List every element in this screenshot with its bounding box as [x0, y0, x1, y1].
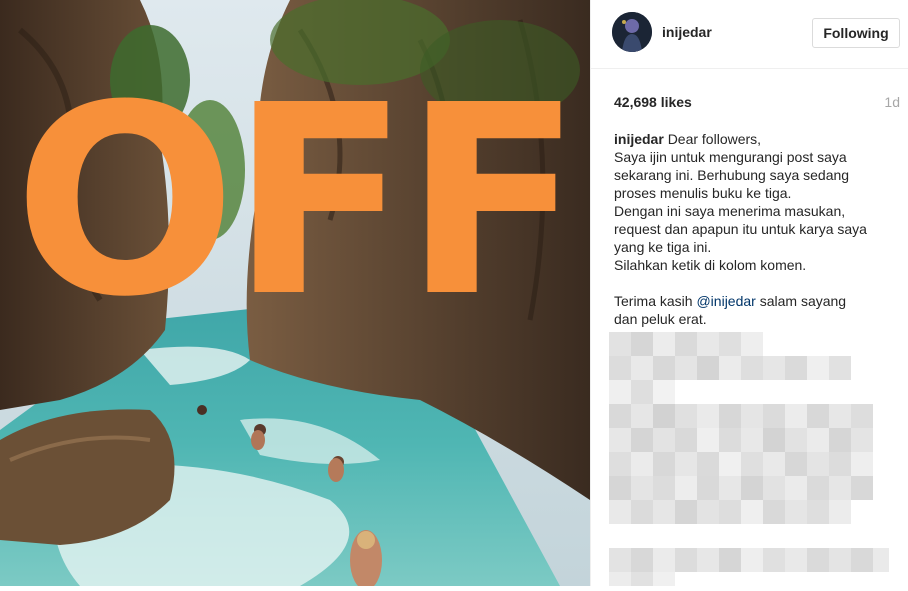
- likes-count[interactable]: 42,698 likes: [614, 94, 692, 110]
- caption-closing-prefix: Terima kasih: [614, 293, 697, 309]
- caption-text: Dengan ini saya menerima masukan,: [614, 203, 846, 219]
- caption-closing-suffix: salam sayang: [755, 293, 847, 309]
- post-header: inijedar Following: [591, 0, 908, 69]
- pixelated-blur-icon: [609, 332, 889, 586]
- blurred-comments: [609, 332, 889, 586]
- caption-mention-link[interactable]: @inijedar: [696, 293, 755, 309]
- off-overlay-text: OFF: [13, 49, 583, 354]
- post-time[interactable]: 1d: [884, 94, 900, 110]
- post-image[interactable]: OFF: [0, 0, 590, 586]
- caption-text: Dear followers,: [667, 131, 762, 147]
- avatar[interactable]: [612, 12, 652, 52]
- avatar-image: [612, 12, 652, 52]
- caption-text: sekarang ini. Berhubung saya sedang: [614, 167, 850, 183]
- post-side-panel: inijedar Following 42,698 likes 1d inije…: [590, 0, 908, 586]
- caption-text: proses menulis buku ke tiga.: [614, 185, 792, 201]
- header-username[interactable]: inijedar: [662, 24, 712, 40]
- following-button[interactable]: Following: [812, 18, 900, 48]
- caption-username[interactable]: inijedar: [614, 131, 664, 147]
- post-caption: inijedar Dear followers, Saya ijin untuk…: [614, 130, 894, 328]
- caption-text: dan peluk erat.: [614, 311, 707, 327]
- caption-text: Saya ijin untuk mengurangi post saya: [614, 149, 847, 165]
- caption-line-first: inijedar Dear followers,: [614, 130, 894, 148]
- caption-text: request dan apapun itu untuk karya saya: [614, 221, 867, 237]
- caption-text: yang ke tiga ini.: [614, 239, 712, 255]
- caption-text: Silahkan ketik di kolom komen.: [614, 257, 807, 273]
- caption-closing: Terima kasih @inijedar salam sayang: [614, 292, 894, 310]
